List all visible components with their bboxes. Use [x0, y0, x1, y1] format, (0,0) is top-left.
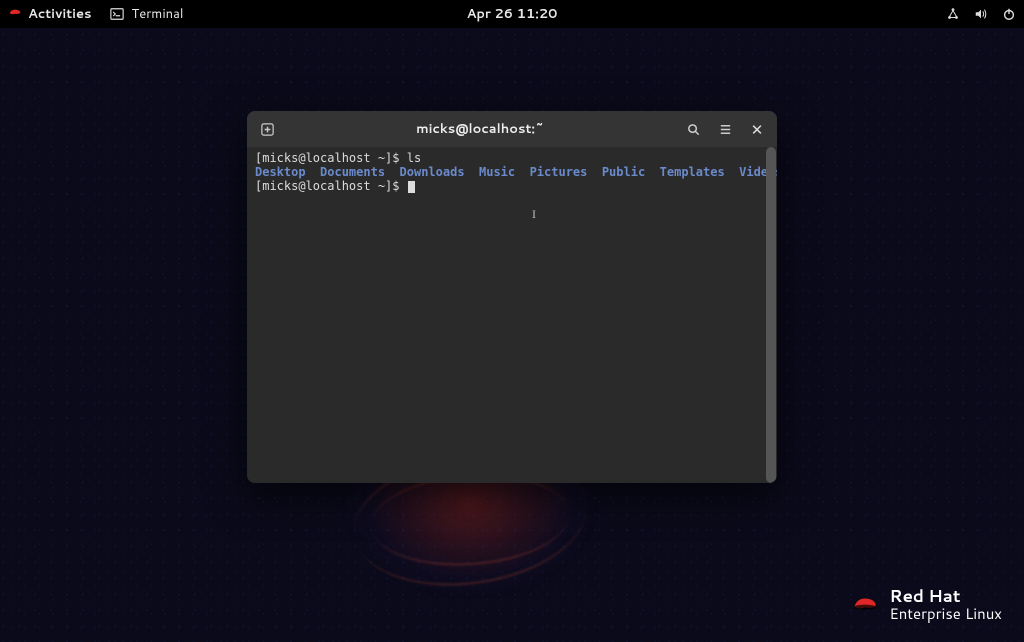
- cursor-block: [408, 181, 415, 193]
- activities-label: Activities: [28, 5, 92, 23]
- ls-output-line: Desktop Documents Downloads Music Pictur…: [255, 165, 769, 179]
- activities-button[interactable]: Activities: [8, 5, 92, 24]
- hamburger-menu-button[interactable]: [711, 115, 739, 143]
- gnome-topbar: Activities Terminal Apr 26 11:20: [0, 0, 1024, 28]
- directory-entry: Desktop: [255, 165, 306, 179]
- window-title: micks@localhost:~: [285, 120, 675, 138]
- prompt-1: [micks@localhost ~]$: [255, 151, 407, 165]
- search-button[interactable]: [679, 115, 707, 143]
- new-tab-button[interactable]: [253, 115, 281, 143]
- brand-sub-text: Enterprise Linux: [889, 606, 1002, 622]
- directory-entry: Templates: [660, 165, 725, 179]
- redhat-brand: Red Hat Enterprise Linux: [851, 588, 1002, 622]
- directory-entry: Pictures: [530, 165, 588, 179]
- terminal-output-area[interactable]: [micks@localhost ~]$ ls Desktop Document…: [247, 147, 777, 483]
- close-button[interactable]: ✕: [743, 115, 771, 143]
- command-1: ls: [407, 151, 421, 165]
- volume-icon[interactable]: [974, 7, 988, 21]
- prompt-2: [micks@localhost ~]$: [255, 179, 407, 193]
- fedora-hat-icon: [8, 5, 22, 24]
- directory-entry: Music: [479, 165, 515, 179]
- directory-entry: Documents: [320, 165, 385, 179]
- terminal-icon: [110, 7, 124, 21]
- network-icon[interactable]: [946, 7, 960, 21]
- terminal-window: micks@localhost:~ ✕ [micks@localhost ~]$…: [247, 111, 777, 483]
- redhat-logo-icon: [851, 591, 879, 619]
- terminal-titlebar[interactable]: micks@localhost:~ ✕: [247, 111, 777, 147]
- datetime-label: Apr 26 11:20: [467, 5, 558, 23]
- directory-entry: Public: [602, 165, 645, 179]
- clock[interactable]: Apr 26 11:20: [467, 5, 558, 23]
- close-icon: ✕: [751, 122, 764, 137]
- text-cursor-ibeam: I: [532, 207, 536, 221]
- active-app-label: Terminal: [132, 5, 184, 23]
- system-tray[interactable]: [946, 7, 1016, 21]
- terminal-scrollbar[interactable]: [766, 147, 776, 483]
- power-icon[interactable]: [1002, 7, 1016, 21]
- active-app-indicator[interactable]: Terminal: [110, 5, 184, 23]
- directory-entry: Downloads: [400, 165, 465, 179]
